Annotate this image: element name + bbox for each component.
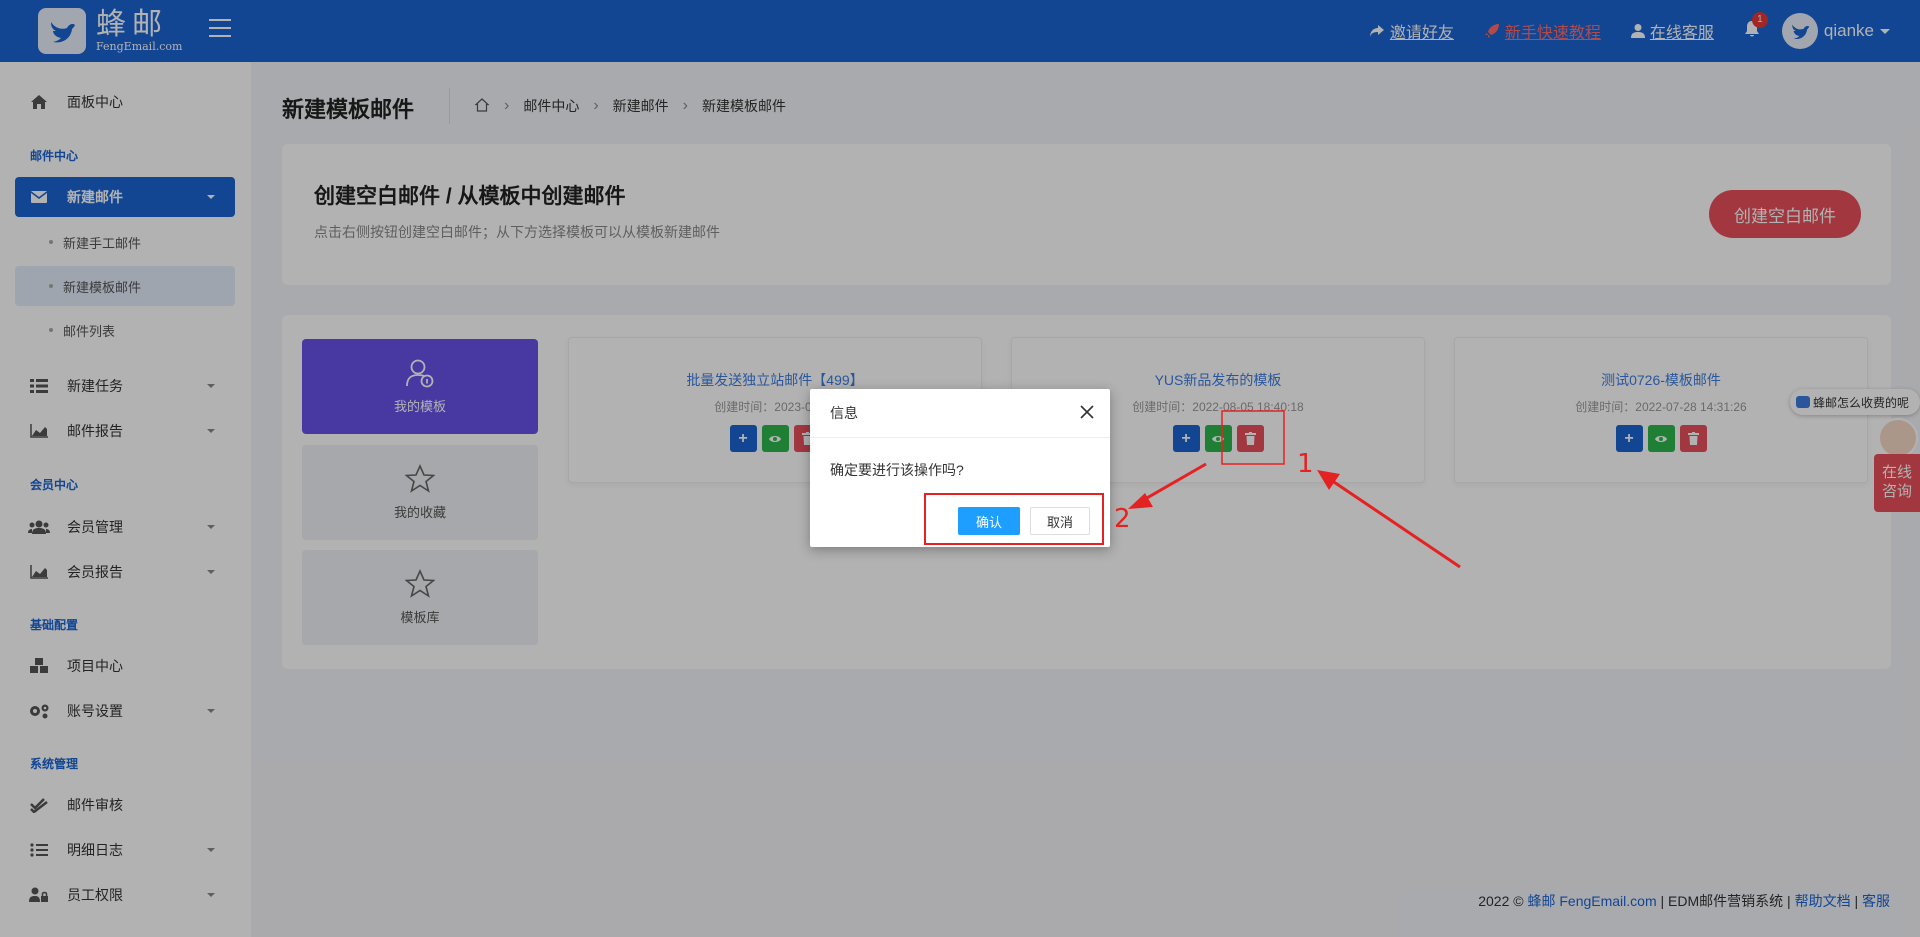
dialog-title: 信息: [830, 405, 858, 421]
confirm-button[interactable]: 确认: [958, 507, 1020, 535]
step-number-2: 2: [1114, 504, 1131, 534]
confirm-dialog: 信息 确定要进行该操作吗? 确认 取消: [810, 389, 1110, 547]
cancel-button[interactable]: 取消: [1030, 507, 1090, 535]
dialog-message: 确定要进行该操作吗?: [830, 462, 964, 478]
close-icon[interactable]: [1080, 405, 1094, 419]
step-number-1: 1: [1297, 449, 1314, 479]
